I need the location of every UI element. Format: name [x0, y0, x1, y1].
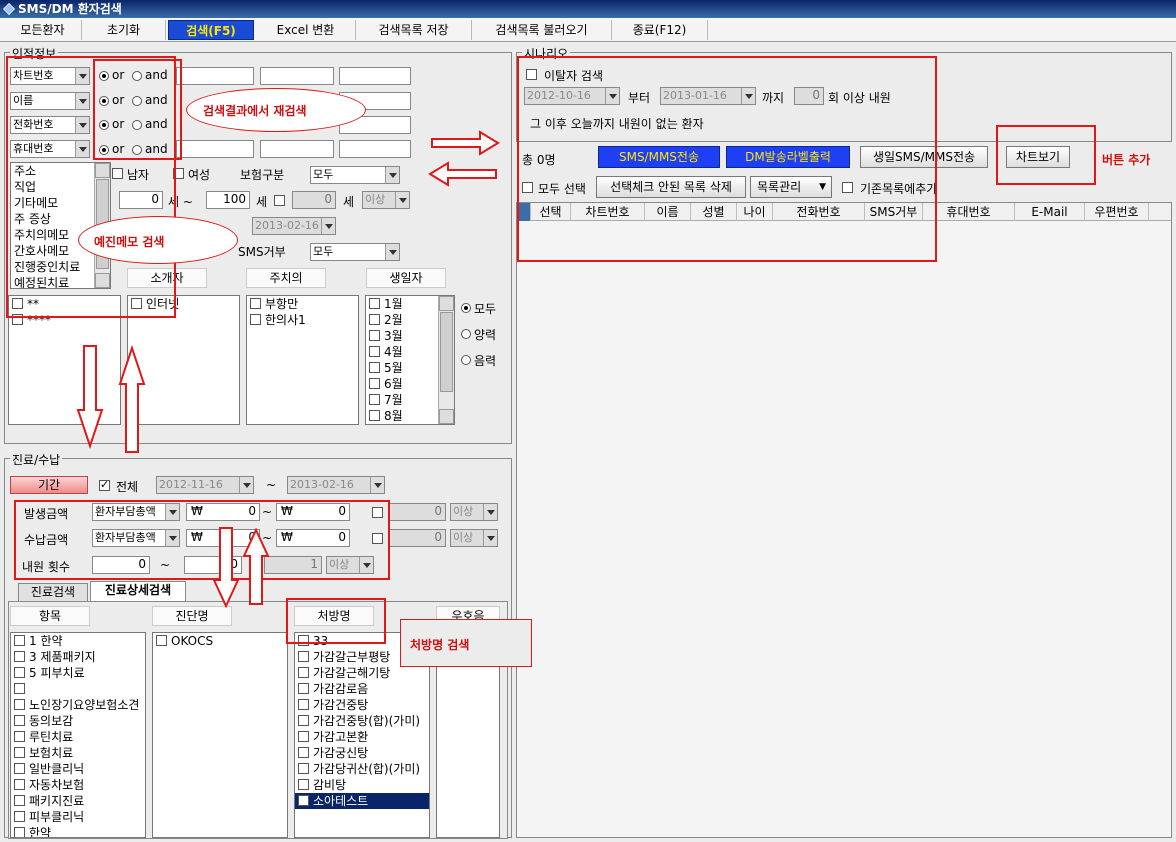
arrow-up-icon-2 [242, 527, 270, 605]
arrow-down-icon-2 [212, 527, 240, 609]
arrow-up-icon [118, 344, 146, 453]
arrow-right-icon [431, 130, 500, 156]
arrow-left-icon [428, 161, 497, 187]
arrow-down-icon [76, 345, 104, 450]
annotation-arrows [76, 130, 500, 609]
